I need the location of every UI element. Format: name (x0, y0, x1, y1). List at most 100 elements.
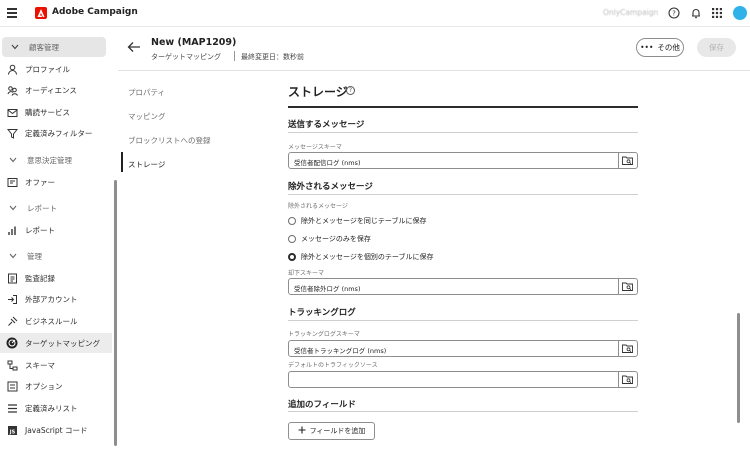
folder-search-icon[interactable] (622, 156, 633, 165)
bell-icon[interactable] (690, 7, 702, 19)
sidebar-item-offers[interactable]: オファー (0, 172, 112, 192)
radio-label: メッセージのみを保存 (301, 235, 371, 243)
sidebar-item-external-accounts[interactable]: 外部アカウント (0, 289, 112, 309)
folder-search-icon[interactable] (622, 282, 633, 291)
divider (288, 194, 638, 195)
radio-button[interactable] (288, 235, 296, 243)
sidebar-item-label: オファー (25, 177, 55, 187)
help-circle-icon[interactable]: ? (346, 86, 355, 95)
filter-icon (6, 127, 18, 139)
sidebar-item-enumerations[interactable]: 定義済みリスト (0, 398, 112, 418)
chevron-down-icon (7, 202, 19, 214)
field-value: 受信者配信ログ (nms) (294, 159, 361, 167)
sidebar-item-label: 外部アカウント (25, 294, 78, 304)
sidebar-item-label: オーディエンス (25, 85, 77, 95)
sidebar-section-decision-management[interactable]: 意思決定管理 (0, 150, 112, 170)
more-button[interactable]: ••• その他 (636, 38, 684, 57)
more-button-label: その他 (657, 43, 680, 52)
javascript-icon: JS (6, 424, 18, 436)
sidebar-item-reports[interactable]: レポート (0, 220, 112, 240)
tab-blocklist[interactable]: ブロックリストへの登録 (128, 135, 211, 146)
divider (288, 411, 638, 412)
chevron-down-icon (7, 250, 19, 262)
divider (288, 320, 638, 321)
tracking-schema-label: トラッキングログスキーマ (288, 331, 360, 338)
radio-option-separate-tables[interactable]: 除外とメッセージを個別のテーブルに保存 (288, 252, 433, 262)
sidebar-item-label: JavaScript コード (25, 425, 88, 435)
radio-button[interactable] (288, 217, 296, 225)
excluded-messages-heading: 除外されるメッセージ (288, 182, 373, 192)
sidebar-item-label: プロファイル (25, 64, 70, 74)
field-separator (618, 153, 619, 168)
apps-grid-icon[interactable] (711, 7, 723, 19)
message-schema-field[interactable]: 受信者配信ログ (nms) (288, 152, 638, 169)
tab-properties[interactable]: プロパティ (128, 87, 165, 98)
sidebar-section-customer-management[interactable]: 顧客管理 (2, 37, 106, 57)
sidebar-section-reports[interactable]: レポート (0, 198, 112, 218)
add-field-label: フィールドを追加 (309, 427, 366, 435)
more-dots-icon: ••• (640, 43, 654, 52)
traffic-source-field[interactable] (288, 371, 638, 388)
schema-icon (6, 359, 18, 371)
sidebar-item-subscription-services[interactable]: 購読サービス (0, 102, 112, 122)
sidebar-item-audit-trail[interactable]: 監査記録 (0, 268, 112, 288)
sidebar-scrollbar[interactable] (114, 180, 117, 446)
back-arrow-icon[interactable] (127, 41, 141, 53)
subtitle-divider (234, 51, 235, 61)
sidebar-item-business-rules[interactable]: ビジネスルール (0, 311, 112, 331)
save-button[interactable]: 保存 (697, 38, 736, 57)
list-icon (6, 402, 18, 414)
sidebar-item-label: ビジネスルール (25, 316, 78, 326)
org-switcher[interactable]: OnlyCampaign (603, 8, 658, 17)
field-value: 受信者除外ログ (nms) (294, 285, 361, 293)
sidebar-item-predefined-filters[interactable]: 定義済みフィルター (0, 123, 112, 143)
chevron-down-icon (7, 154, 19, 166)
tracking-logs-heading: トラッキングログ (288, 308, 356, 318)
radio-button-selected[interactable] (288, 253, 296, 261)
bar-chart-icon (6, 224, 18, 236)
tab-mapping[interactable]: マッピング (128, 111, 166, 122)
content-scrollbar[interactable] (737, 313, 740, 423)
radio-option-messages-only[interactable]: メッセージのみを保存 (288, 234, 371, 244)
folder-search-icon[interactable] (622, 375, 633, 384)
sidebar-item-options[interactable]: オプション (0, 376, 112, 396)
sidebar-item-label: オプション (25, 381, 63, 391)
sidebar-item-target-mappings[interactable]: ターゲットマッピング (0, 333, 112, 353)
tracking-schema-field[interactable]: 受信者トラッキングログ (nms) (288, 340, 638, 357)
sidebar-item-schemas[interactable]: スキーマ (0, 355, 112, 375)
sidebar-item-label: スキーマ (25, 360, 55, 370)
help-icon[interactable]: ? (668, 7, 680, 19)
avatar[interactable] (733, 6, 747, 20)
app-title[interactable]: Adobe Campaign (52, 7, 138, 17)
svg-text:JS: JS (8, 429, 15, 435)
radio-option-same-table[interactable]: 除外とメッセージを同じテーブルに保存 (288, 216, 426, 226)
add-field-button[interactable]: フィールドを追加 (288, 422, 375, 440)
options-icon (6, 380, 18, 392)
envelope-icon (6, 106, 18, 118)
sidebar: 顧客管理 プロファイル オーディエンス 購読サービス 定義済みフィルター 意思決… (0, 27, 118, 449)
sidebar-section-label: 意思決定管理 (27, 155, 72, 165)
sidebar-item-profiles[interactable]: プロファイル (0, 59, 112, 79)
field-separator (618, 372, 619, 387)
field-separator (618, 279, 619, 294)
folder-search-icon[interactable] (622, 344, 633, 353)
sidebar-section-label: 管理 (27, 251, 42, 261)
menu-icon[interactable] (7, 8, 17, 18)
sidebar-item-label: ターゲットマッピング (25, 338, 100, 348)
sidebar-item-javascript-codes[interactable]: JS JavaScript コード (0, 420, 112, 440)
tab-active-indicator (121, 152, 123, 172)
adobe-logo (35, 7, 47, 19)
sent-messages-heading: 送信するメッセージ (288, 120, 365, 130)
sidebar-section-administration[interactable]: 管理 (0, 246, 112, 266)
sidebar-item-label: 購読サービス (25, 107, 70, 117)
audience-icon (6, 84, 18, 96)
section-title: ストレージ (288, 85, 348, 99)
sidebar-item-label: 定義済みリスト (25, 403, 78, 413)
tab-storage[interactable]: ストレージ (128, 159, 165, 170)
rejection-schema-field[interactable]: 受信者除外ログ (nms) (288, 278, 638, 295)
sidebar-item-audiences[interactable]: オーディエンス (0, 80, 112, 100)
page-title: New (MAP1209) (151, 37, 237, 48)
person-icon (6, 63, 18, 75)
sidebar-item-label: 監査記録 (25, 273, 55, 283)
svg-text:?: ? (672, 10, 676, 18)
